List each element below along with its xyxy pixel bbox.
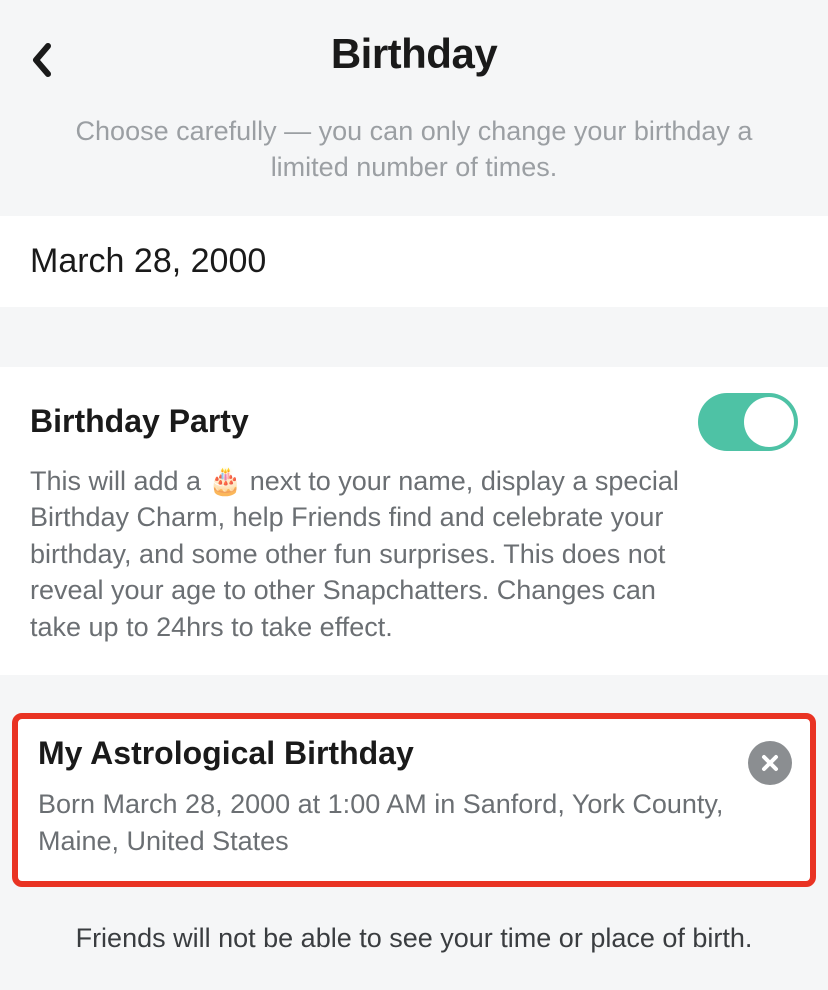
- close-button[interactable]: [748, 741, 792, 785]
- privacy-note: Friends will not be able to see your tim…: [0, 887, 828, 990]
- birthday-value: March 28, 2000: [30, 242, 798, 281]
- birthday-row[interactable]: March 28, 2000: [0, 216, 828, 307]
- spacer: [0, 307, 828, 367]
- spacer: [0, 675, 828, 713]
- toggle-knob: [744, 397, 794, 447]
- header: Birthday: [0, 0, 828, 98]
- birthday-party-card: Birthday Party This will add a 🎂 next to…: [0, 367, 828, 675]
- page-title: Birthday: [30, 30, 798, 78]
- astrological-details: Born March 28, 2000 at 1:00 AM in Sanfor…: [38, 786, 790, 859]
- party-header: Birthday Party: [30, 393, 798, 451]
- astro-wrapper: My Astrological Birthday Born March 28, …: [0, 713, 828, 887]
- astrological-title: My Astrological Birthday: [38, 735, 790, 772]
- back-button[interactable]: [28, 42, 56, 83]
- birthday-party-toggle[interactable]: [698, 393, 798, 451]
- chevron-left-icon: [28, 42, 56, 78]
- birthday-party-title: Birthday Party: [30, 403, 249, 440]
- warning-text: Choose carefully — you can only change y…: [0, 98, 828, 216]
- astrological-birthday-card[interactable]: My Astrological Birthday Born March 28, …: [12, 713, 816, 887]
- birthday-party-description: This will add a 🎂 next to your name, dis…: [30, 463, 690, 645]
- close-icon: [760, 753, 780, 773]
